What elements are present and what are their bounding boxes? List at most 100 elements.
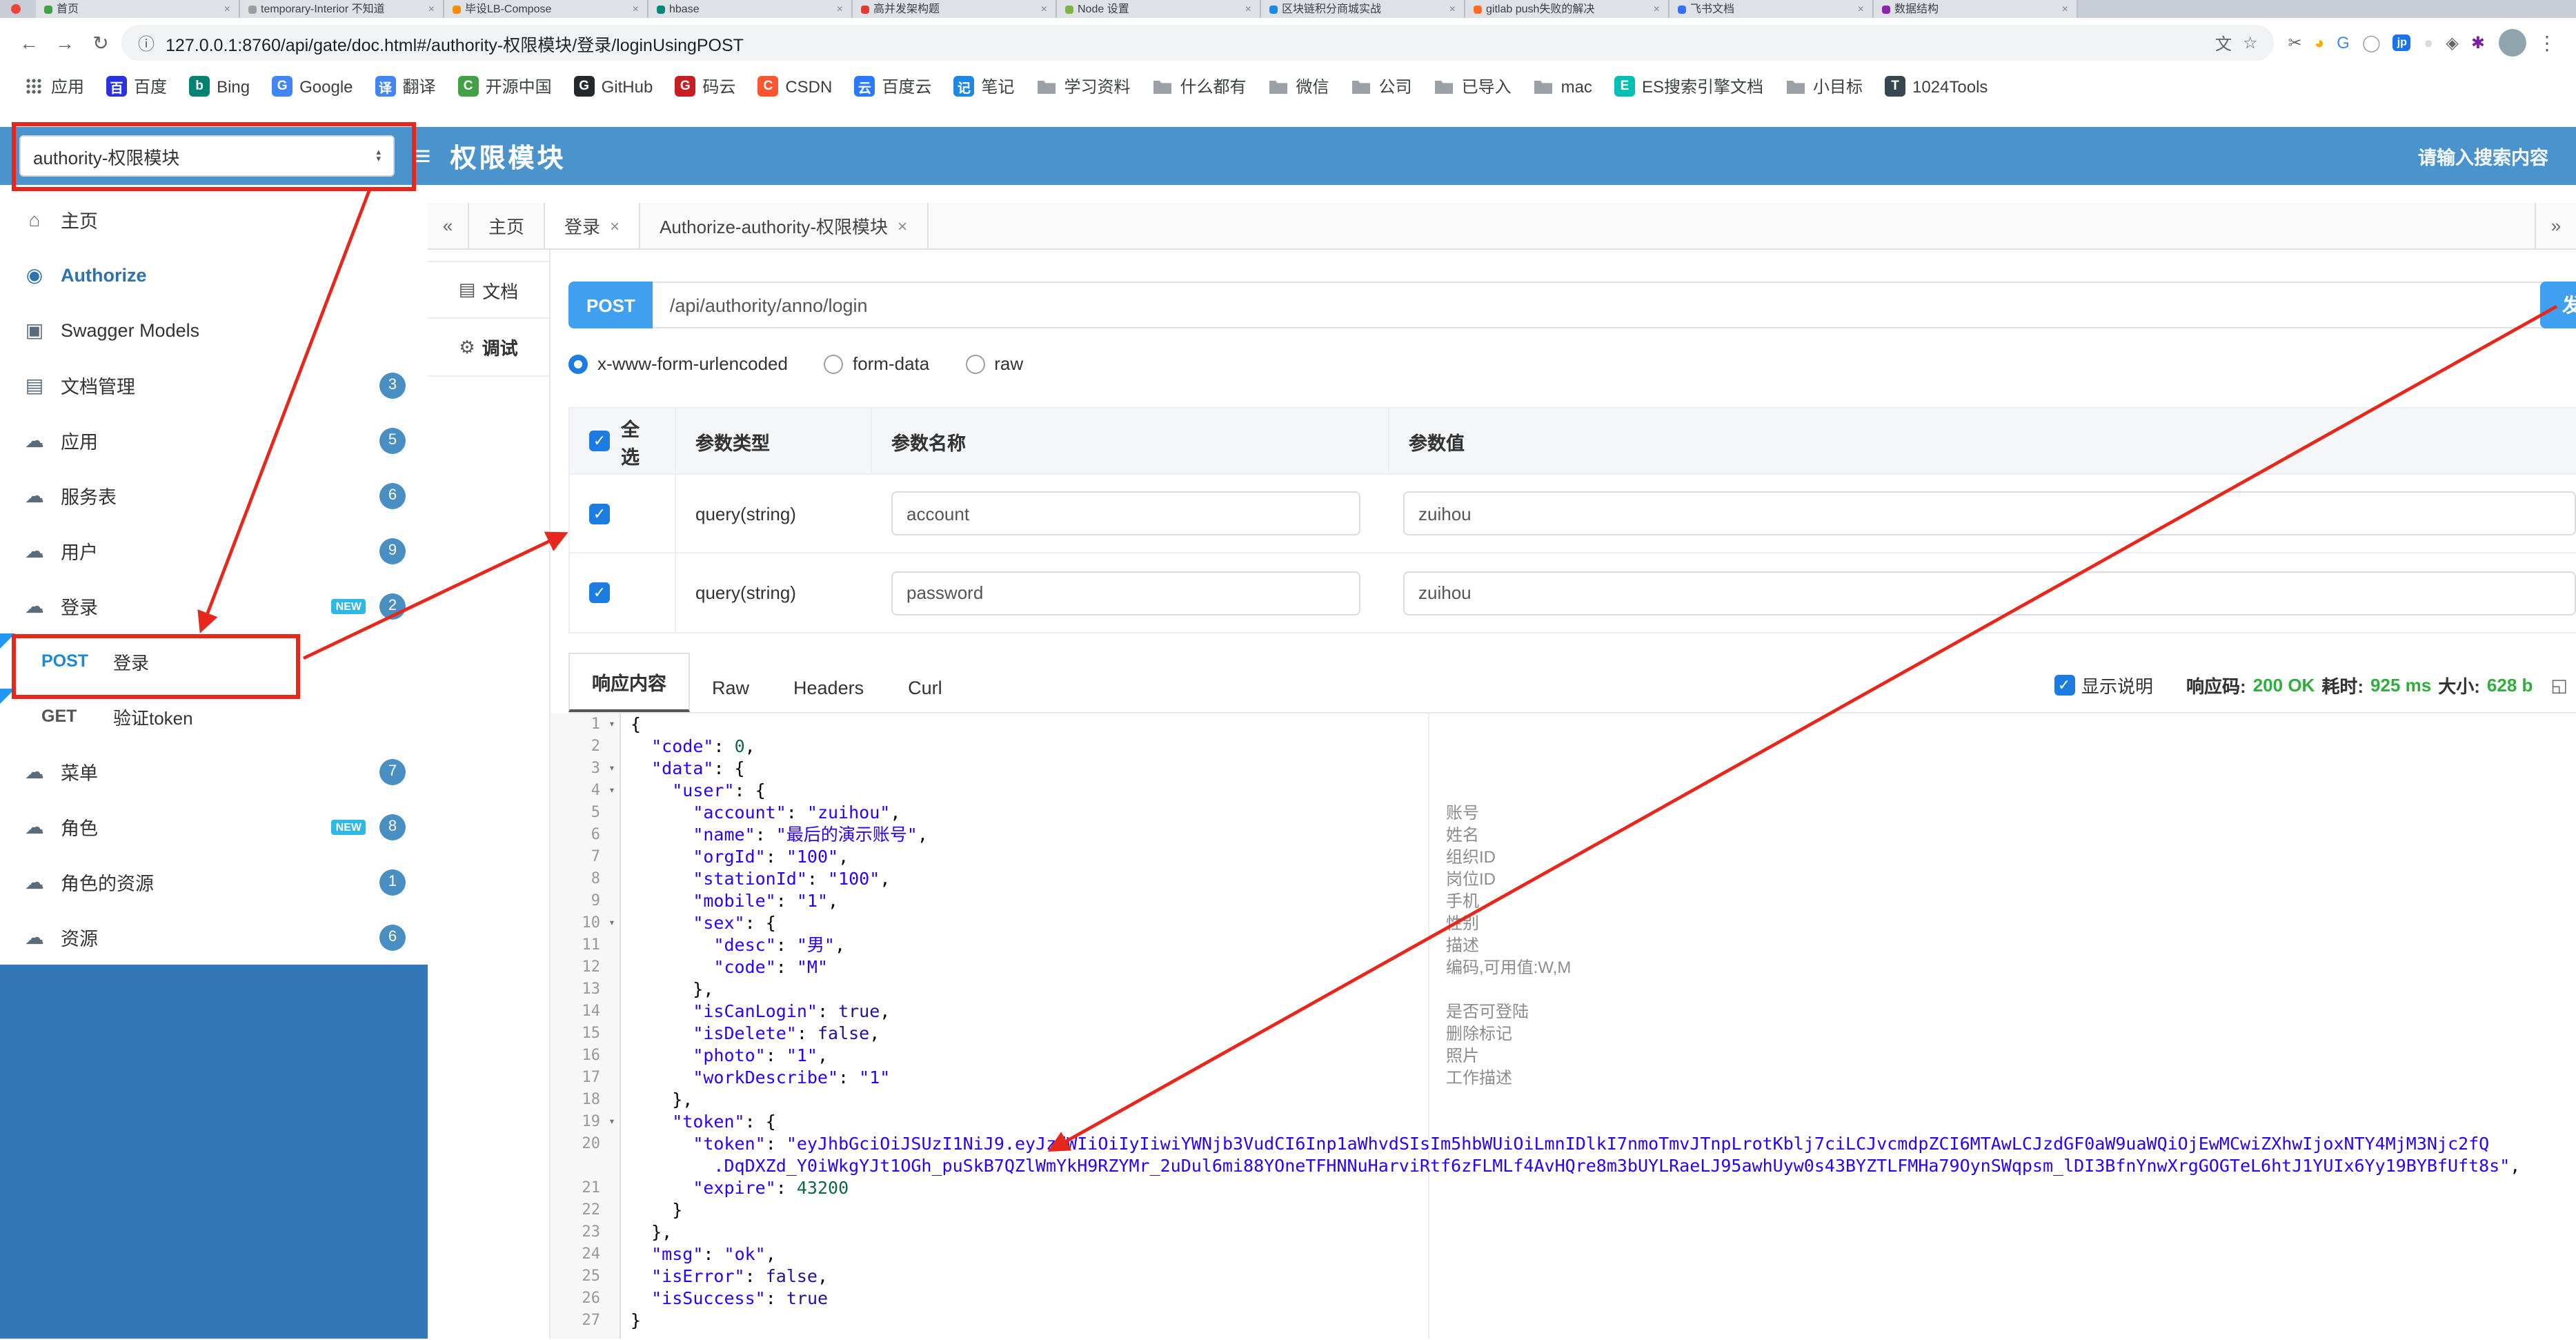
menu-icon[interactable]: ≡ xyxy=(414,141,431,170)
browser-tab[interactable]: temporary-Interior 不知道 × xyxy=(240,0,444,18)
bookmark-item[interactable]: 云 百度云 xyxy=(844,70,941,102)
sidebar-item[interactable]: ☁ 服务表 6 xyxy=(0,468,428,523)
tab-close-icon[interactable]: × xyxy=(224,3,230,15)
module-select[interactable]: authority-权限模块 ▴ ▾ xyxy=(19,135,395,177)
dot-icon[interactable]: ● xyxy=(2424,35,2434,51)
bookmark-item[interactable]: b Bing xyxy=(179,72,259,101)
browser-tab[interactable]: 飞书文档 × xyxy=(1670,0,1874,18)
bookmark-item[interactable]: mac xyxy=(1524,72,1602,101)
param-name-input[interactable]: account xyxy=(891,491,1360,535)
browser-tab[interactable]: 毕设LB-Compose × xyxy=(444,0,648,18)
send-button[interactable]: 发 xyxy=(2540,282,2576,328)
request-path-input[interactable]: /api/authority/anno/login xyxy=(653,282,2576,328)
fold-icon[interactable]: ▾ xyxy=(604,780,620,802)
param-value-input[interactable]: zuihou xyxy=(1403,491,2576,535)
response-tab[interactable]: 响应内容 xyxy=(568,653,690,712)
response-tab[interactable]: Curl xyxy=(886,664,964,712)
tab-doc[interactable]: ▤ 文档 xyxy=(428,261,549,319)
response-tab[interactable]: Raw xyxy=(690,664,771,712)
fold-icon[interactable]: ▾ xyxy=(604,713,620,736)
fold-icon[interactable]: ▾ xyxy=(604,1111,620,1133)
expand-tabs-icon[interactable]: » xyxy=(2535,203,2576,248)
jp-badge-icon[interactable]: jp xyxy=(2392,35,2411,51)
fullscreen-icon[interactable]: ◱ xyxy=(2550,674,2568,696)
tab-close-icon[interactable]: × xyxy=(2062,3,2068,15)
menu-dots-icon[interactable]: ⋮ xyxy=(2532,31,2562,55)
select-all-checkbox[interactable]: ✓ xyxy=(589,431,610,451)
tab-close-icon[interactable]: × xyxy=(1041,3,1047,15)
bookmark-item[interactable]: 小目标 xyxy=(1776,70,1872,102)
bookmark-item[interactable]: 公司 xyxy=(1342,70,1422,102)
bookmark-item[interactable]: 译 翻译 xyxy=(366,70,446,102)
browser-tab[interactable]: 高并发架构题 × xyxy=(853,0,1057,18)
reload-icon[interactable]: ↻ xyxy=(86,31,116,55)
bookmark-item[interactable]: C 开源中国 xyxy=(448,70,562,102)
browser-tab[interactable]: gitlab push失败的解决 × xyxy=(1465,0,1670,18)
bookmark-item[interactable]: C CSDN xyxy=(748,72,842,101)
pinwheel-icon[interactable]: ✱ xyxy=(2471,35,2485,51)
param-checkbox[interactable]: ✓ xyxy=(589,503,610,524)
param-value-input[interactable]: zuihou xyxy=(1403,571,2576,615)
bookmark-item[interactable]: 记 笔记 xyxy=(944,70,1024,102)
tab-close-icon[interactable]: × xyxy=(633,3,639,15)
content-type-radio[interactable]: x-www-form-urlencoded xyxy=(568,353,788,374)
tab-close-icon[interactable]: × xyxy=(1654,3,1660,15)
header-search-input[interactable]: 请输入搜索内容 xyxy=(2418,142,2557,170)
bookmark-item[interactable]: G GitHub xyxy=(564,72,663,101)
browser-tab[interactable]: 数据结构 × xyxy=(1874,0,2078,18)
show-desc-checkbox[interactable]: ✓ xyxy=(2054,675,2074,696)
sidebar-item[interactable]: ☁ 登录 NEW 2 xyxy=(0,578,428,633)
profile-avatar[interactable] xyxy=(2499,29,2526,57)
close-tab-icon[interactable]: × xyxy=(898,216,907,235)
translate-icon[interactable]: 文 xyxy=(2215,31,2232,55)
shield-icon[interactable]: ◈ xyxy=(2446,35,2458,51)
bookmark-star-icon[interactable]: ☆ xyxy=(2243,33,2258,52)
browser-tab[interactable]: hbase × xyxy=(648,0,853,18)
window-close-button[interactable] xyxy=(11,4,21,14)
bookmark-item[interactable]: 学习资料 xyxy=(1027,70,1140,102)
browser-tab[interactable]: Node 设置 × xyxy=(1057,0,1261,18)
fold-icon[interactable]: ▾ xyxy=(604,758,620,780)
collapse-tabs-icon[interactable]: « xyxy=(428,203,469,248)
open-doc-tab[interactable]: 主页 xyxy=(469,203,546,248)
browser-tab[interactable]: 区块链积分商城实战 × xyxy=(1261,0,1465,18)
sidebar-item[interactable]: ☁ 应用 5 xyxy=(0,413,428,468)
bookmark-item[interactable]: 百 百度 xyxy=(97,70,177,102)
palette-icon[interactable]: ◕ xyxy=(2315,35,2325,51)
sidebar-item[interactable]: ▤ 文档管理 3 xyxy=(0,357,428,413)
bookmark-item[interactable]: 已导入 xyxy=(1425,70,1521,102)
info-icon[interactable]: ⓘ xyxy=(138,31,155,55)
google-icon[interactable]: G xyxy=(2337,35,2350,51)
param-checkbox[interactable]: ✓ xyxy=(589,582,610,603)
sidebar-item[interactable]: ☁ 资源 6 xyxy=(0,909,428,965)
bookmark-item[interactable]: T 1024Tools xyxy=(1875,72,1997,101)
address-bar[interactable]: ⓘ 127.0.0.1:8760/api/gate/doc.html#/auth… xyxy=(121,25,2275,61)
bookmark-item[interactable]: G Google xyxy=(262,72,362,101)
tab-debug[interactable]: ⚙ 调试 xyxy=(428,319,549,377)
bookmark-item[interactable]: G 码云 xyxy=(665,70,745,102)
tab-close-icon[interactable]: × xyxy=(428,3,435,15)
sidebar-item[interactable]: ◉ Authorize xyxy=(0,247,428,302)
response-tab[interactable]: Headers xyxy=(771,664,886,712)
forward-icon[interactable]: → xyxy=(50,32,80,54)
content-type-radio[interactable]: raw xyxy=(965,353,1023,374)
open-doc-tab[interactable]: 登录 × xyxy=(545,203,641,248)
tab-close-icon[interactable]: × xyxy=(1245,3,1251,15)
content-type-radio[interactable]: form-data xyxy=(823,353,929,374)
screenshot-icon[interactable]: ✂ xyxy=(2288,35,2302,51)
response-body-editor[interactable]: 1 ▾ { 2 "code": 0, 3 ▾ "data": { 4 ▾ "us… xyxy=(551,713,2576,1339)
param-name-input[interactable]: password xyxy=(891,571,1360,615)
sidebar-item[interactable]: ▣ Swagger Models xyxy=(0,302,428,357)
fold-icon[interactable]: ▾ xyxy=(604,912,620,934)
tab-close-icon[interactable]: × xyxy=(1858,3,1864,15)
tab-close-icon[interactable]: × xyxy=(837,3,843,15)
bookmark-item[interactable]: 应用 xyxy=(14,70,94,102)
back-icon[interactable]: ← xyxy=(14,32,44,54)
close-tab-icon[interactable]: × xyxy=(610,216,620,235)
bookmark-item[interactable]: 什么都有 xyxy=(1142,70,1256,102)
sidebar-item[interactable]: ☁ 菜单 7 xyxy=(0,744,428,799)
ring-icon[interactable]: ◯ xyxy=(2362,35,2381,51)
sidebar-item[interactable]: ☁ 用户 9 xyxy=(0,523,428,578)
browser-tab[interactable]: 首页 × xyxy=(36,0,240,18)
open-doc-tab[interactable]: Authorize-authority-权限模块 × xyxy=(640,203,929,248)
